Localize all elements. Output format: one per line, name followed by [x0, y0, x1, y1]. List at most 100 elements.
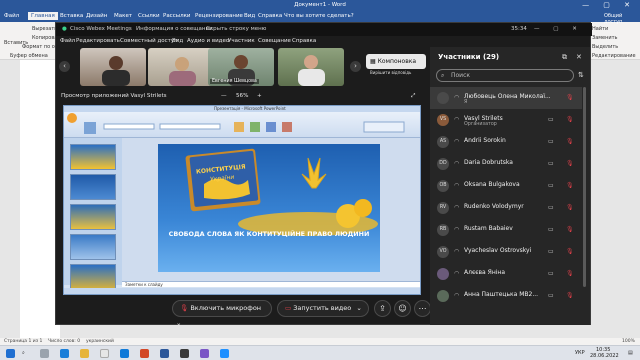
mic-muted-icon[interactable]: 🎙: [566, 160, 574, 167]
tab-references[interactable]: Ссылки: [138, 13, 160, 19]
slide-thumbnail[interactable]: [70, 174, 116, 200]
menu-participant[interactable]: Участник: [228, 38, 255, 44]
mic-muted-icon[interactable]: 🎙: [566, 248, 574, 255]
webex-icon[interactable]: [180, 349, 189, 358]
meeting-info-link[interactable]: Информация о совещании: [136, 26, 213, 32]
thumbnails-prev-arrow[interactable]: ‹: [59, 61, 70, 72]
replace-button[interactable]: Заменить: [592, 35, 618, 41]
thumbnails-next-arrow[interactable]: ›: [350, 61, 361, 72]
video-thumbnail-3[interactable]: Евгения Шевцова: [208, 48, 274, 86]
search-icon[interactable]: ⌕: [22, 350, 25, 356]
tab-review[interactable]: Рецензирование: [195, 13, 243, 19]
word-icon[interactable]: [160, 349, 169, 358]
close-panel-icon[interactable]: ✕: [576, 53, 582, 61]
zoom-level[interactable]: 100%: [622, 339, 635, 344]
slide-thumbnail[interactable]: [70, 264, 116, 290]
find-button[interactable]: Найти: [592, 26, 608, 32]
list-item[interactable]: DD ◠ Daria Dobrutska ▭ 🎙: [430, 153, 582, 175]
start-icon[interactable]: [6, 349, 15, 358]
telegram-icon[interactable]: [220, 349, 229, 358]
mail-icon[interactable]: [120, 349, 129, 358]
edge-icon[interactable]: [60, 349, 69, 358]
list-item[interactable]: ◠ Алєєва Яніна ▭ 🎙: [430, 263, 582, 285]
participants-scrollbar[interactable]: [583, 87, 586, 287]
list-item[interactable]: RV ◠ Rudenko Volodymyr ▭ 🎙: [430, 197, 582, 219]
chevron-down-icon[interactable]: ⌄: [173, 319, 181, 327]
mic-muted-icon[interactable]: 🎙: [566, 292, 574, 299]
zoom-in-icon[interactable]: +: [257, 93, 262, 99]
task-view-icon[interactable]: [40, 349, 49, 358]
list-item[interactable]: OB ◠ Oksana Bulgakova ▭ 🎙: [430, 175, 582, 197]
viber-icon[interactable]: [200, 349, 209, 358]
hide-menu-bar[interactable]: Скрыть строку меню: [206, 26, 266, 32]
menu-share[interactable]: Совместный доступ: [120, 38, 178, 44]
camera-icon: ▭: [548, 292, 554, 299]
reactions-icon[interactable]: ☺: [394, 300, 411, 317]
participant-name: Daria Dobrutska: [464, 159, 513, 166]
layout-button[interactable]: ▦ Компоновка: [366, 54, 426, 69]
more-options-icon[interactable]: ⋯: [414, 300, 431, 317]
select-button[interactable]: Выделить: [592, 44, 618, 50]
explorer-icon[interactable]: [80, 349, 89, 358]
zoom-out-icon[interactable]: —: [221, 93, 227, 99]
video-thumbnail-2[interactable]: [148, 48, 214, 86]
video-thumbnail-4[interactable]: [278, 48, 344, 86]
slide-thumbnail[interactable]: [70, 204, 116, 230]
list-item[interactable]: AS ◠ Andrii Sorokin ▭ 🎙: [430, 131, 582, 153]
language-status[interactable]: украинский: [86, 339, 114, 344]
mic-muted-icon[interactable]: 🎙: [566, 270, 574, 277]
tab-design[interactable]: Дизайн: [86, 13, 107, 19]
menu-edit[interactable]: Редактировать: [76, 38, 120, 44]
mic-muted-icon[interactable]: 🎙: [566, 138, 574, 145]
mic-muted-icon[interactable]: 🎙: [566, 204, 574, 211]
slide-thumbnail[interactable]: [70, 234, 116, 260]
tab-help[interactable]: Справка: [258, 13, 282, 19]
mic-muted-icon[interactable]: 🎙: [566, 226, 574, 233]
mic-muted-icon[interactable]: 🎙: [566, 116, 574, 123]
list-item[interactable]: RB ◠ Rustam Babaiev ▭ 🎙: [430, 219, 582, 241]
sort-icon[interactable]: ⇅: [578, 71, 584, 79]
slide-thumbnail[interactable]: [70, 144, 116, 170]
participants-search[interactable]: ⌕ Поиск: [436, 69, 574, 82]
tab-view[interactable]: Вид: [244, 13, 255, 19]
tab-home[interactable]: Главная: [28, 12, 58, 20]
menu-view[interactable]: Вид: [172, 38, 183, 44]
menu-help[interactable]: Справка: [292, 38, 316, 44]
share-screen-icon[interactable]: ⇪: [374, 300, 391, 317]
clock-date[interactable]: 28.06.2022: [590, 353, 619, 359]
tab-mailings[interactable]: Рассылки: [163, 13, 191, 19]
menu-audio-video[interactable]: Аудио и видео: [187, 38, 229, 44]
chevron-down-icon[interactable]: ⌄: [353, 304, 361, 312]
popout-icon[interactable]: ⧉: [562, 53, 567, 62]
video-thumbnail-1[interactable]: [80, 48, 146, 86]
shared-screen[interactable]: Презентація - Microsoft PowerPoint КОНСТ…: [63, 105, 421, 295]
unmute-button[interactable]: 🎙 Включить микрофон ⌄: [172, 300, 272, 327]
mic-muted-icon[interactable]: 🎙: [566, 182, 574, 189]
notifications-icon[interactable]: ▤: [628, 350, 633, 356]
current-slide[interactable]: КОНСТИТУЦІЯ України СВОБОДА СЛОВА ЯК КОН…: [158, 144, 380, 272]
start-video-button[interactable]: ▭ Запустить видео ⌄: [277, 300, 369, 317]
webex-window-controls[interactable]: — ▢ ✕: [534, 26, 583, 32]
tab-file[interactable]: Файл: [4, 13, 19, 19]
tab-layout[interactable]: Макет: [114, 13, 132, 19]
keyboard-language[interactable]: УКР: [575, 350, 585, 356]
participant-name: Vasyl Strilets: [464, 115, 503, 122]
menu-meeting[interactable]: Совещание: [258, 38, 291, 44]
chrome-icon[interactable]: [100, 349, 109, 358]
clipboard-group-label: Буфер обмена: [10, 53, 48, 59]
tab-insert[interactable]: Вставка: [60, 13, 83, 19]
tell-me-box[interactable]: Что вы хотите сделать?: [284, 13, 354, 19]
list-item[interactable]: ◠ Анна Паштецька МВ2... ▭ 🎙: [430, 285, 582, 307]
menu-file[interactable]: Файл: [60, 38, 75, 44]
slide-notes[interactable]: Заметки к слайду: [122, 281, 420, 287]
fullscreen-icon[interactable]: ⤢: [411, 93, 415, 100]
window-controls[interactable]: — ▢ ✕: [582, 1, 636, 9]
cut-button[interactable]: Вырезать: [32, 26, 57, 32]
mic-muted-icon[interactable]: 🎙: [566, 94, 574, 101]
list-item[interactable]: VO ◠ Vyacheslav Ostrovskyi ▭ 🎙: [430, 241, 582, 263]
list-item[interactable]: VS ◠ Vasyl Strilets Организатор ▭ 🎙: [430, 109, 582, 131]
powerpoint-icon[interactable]: [140, 349, 149, 358]
word-page[interactable]: [20, 60, 60, 338]
list-item[interactable]: ◠ Любовець Олена Миколаї... Я 🎙: [430, 87, 582, 109]
share-button[interactable]: Общий доступ: [604, 13, 640, 25]
